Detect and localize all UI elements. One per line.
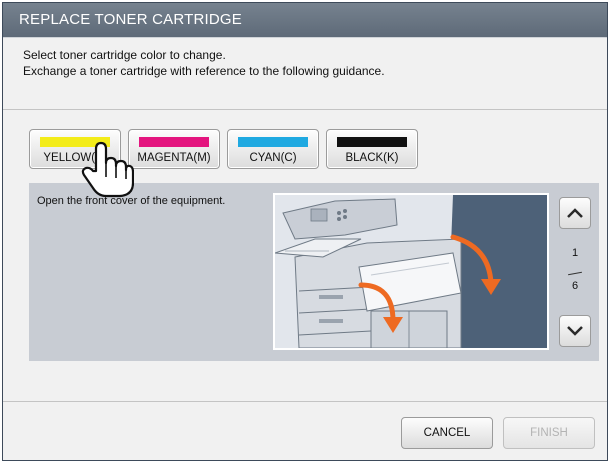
pointer-hand-icon: [81, 141, 134, 198]
guidance-panel: Open the front cover of the equipment. 1…: [29, 183, 599, 361]
instruction-line-1: Select toner cartridge color to change.: [23, 48, 226, 62]
divider: [3, 401, 607, 402]
cancel-button[interactable]: CANCEL: [401, 417, 493, 449]
replace-toner-dialog: REPLACE TONER CARTRIDGE Select toner car…: [2, 2, 608, 461]
magenta-label: MAGENTA(M): [137, 152, 211, 164]
divider: [3, 109, 607, 110]
cyan-label: CYAN(C): [249, 152, 297, 164]
printer-front-cover-illustration: [275, 195, 547, 348]
dialog-title: REPLACE TONER CARTRIDGE: [3, 3, 607, 38]
instruction-line-2: Exchange a toner cartridge with referenc…: [23, 64, 385, 78]
cyan-toner-button[interactable]: CYAN(C): [227, 129, 319, 169]
magenta-toner-button[interactable]: MAGENTA(M): [128, 129, 220, 169]
black-label: BLACK(K): [345, 152, 399, 164]
page-total: 6: [571, 280, 579, 292]
page-current: 1: [571, 247, 579, 259]
scroll-down-button[interactable]: [559, 315, 591, 347]
guidance-illustration: [273, 193, 549, 350]
chevron-down-icon: [567, 326, 583, 336]
page-separator: [568, 271, 582, 276]
finish-button[interactable]: FINISH: [503, 417, 595, 449]
instructions: Select toner cartridge color to change. …: [23, 47, 385, 79]
black-toner-button[interactable]: BLACK(K): [326, 129, 418, 169]
chevron-up-icon: [567, 208, 583, 218]
scroll-up-button[interactable]: [559, 197, 591, 229]
black-swatch: [337, 137, 407, 147]
magenta-swatch: [139, 137, 209, 147]
cyan-swatch: [238, 137, 308, 147]
